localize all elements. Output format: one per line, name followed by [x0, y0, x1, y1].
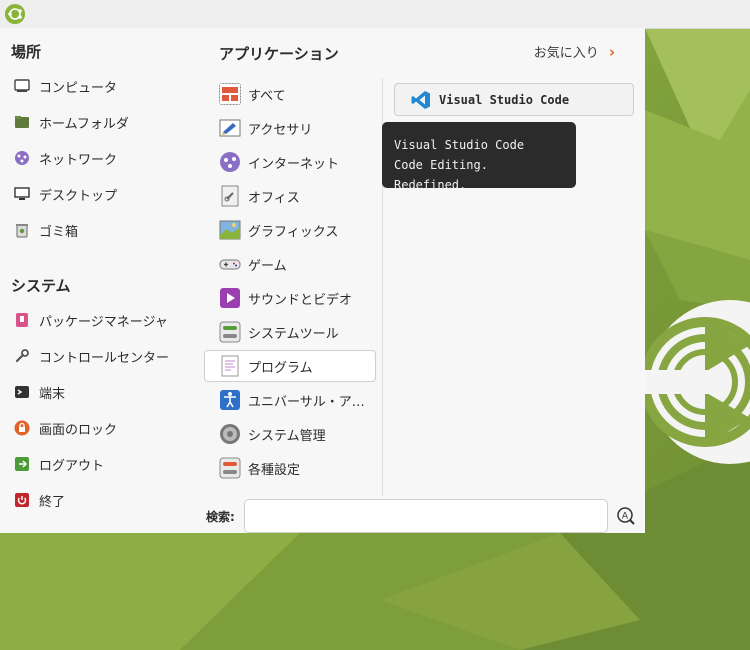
system-item-package-manager[interactable]: パッケージマネージャ: [14, 305, 168, 335]
category-label: システム管理: [248, 428, 326, 444]
system-item-label: パッケージマネージャ: [39, 314, 168, 330]
place-label: ネットワーク: [39, 152, 118, 168]
gear-icon: [220, 424, 240, 444]
preferences-icon: [219, 457, 241, 479]
favorites-label: お気に入り: [533, 46, 599, 61]
office-icon: [221, 185, 239, 207]
category-label: グラフィックス: [248, 224, 339, 240]
system-item-lock-screen[interactable]: 画面のロック: [14, 413, 117, 443]
category-all[interactable]: すべて: [204, 78, 376, 110]
category-sound-video[interactable]: サウンドとビデオ: [204, 282, 376, 314]
category-programming[interactable]: プログラム: [204, 350, 376, 382]
system-item-control-center[interactable]: コントロールセンター: [14, 341, 169, 371]
network-icon: [15, 151, 29, 165]
accessibility-icon: [220, 390, 240, 410]
system-item-label: ログアウト: [39, 458, 105, 474]
places-title: 場所: [11, 43, 42, 61]
folder-icon: [15, 116, 29, 128]
power-icon: [15, 493, 29, 507]
internet-icon: [220, 152, 240, 172]
ubuntu-menu-icon[interactable]: [5, 4, 25, 24]
category-label: サウンドとビデオ: [248, 292, 353, 308]
multimedia-icon: [220, 288, 240, 308]
system-title: システム: [11, 277, 71, 295]
favorites-link[interactable]: お気に入り ›: [533, 42, 615, 62]
applications-title: アプリケーション: [219, 45, 339, 63]
category-label: アクセサリ: [248, 122, 313, 138]
system-item-shutdown[interactable]: 終了: [14, 485, 65, 515]
category-label: システムツール: [248, 326, 339, 342]
wrench-icon: [15, 349, 29, 363]
place-label: ゴミ箱: [39, 224, 79, 240]
category-office[interactable]: オフィス: [204, 180, 376, 212]
app-tooltip: Visual Studio Code Code Editing. Redefin…: [382, 122, 576, 192]
place-trash[interactable]: ゴミ箱: [14, 215, 78, 245]
system-item-label: コントロールセンター: [39, 350, 170, 366]
place-label: ホームフォルダ: [39, 116, 129, 132]
system-tools-icon: [219, 321, 241, 343]
system-item-label: 画面のロック: [39, 422, 118, 438]
tooltip-description: Code Editing. Redefined.: [394, 158, 488, 192]
all-apps-icon: [219, 83, 241, 105]
app-visual-studio-code[interactable]: Visual Studio Code: [394, 83, 634, 116]
category-label: プログラム: [248, 360, 313, 376]
system-item-label: 端末: [39, 386, 66, 402]
programming-icon: [221, 355, 239, 377]
lock-icon: [14, 420, 30, 436]
category-administration[interactable]: システム管理: [204, 418, 376, 450]
category-label: オフィス: [248, 190, 300, 206]
package-manager-icon: [16, 313, 28, 327]
category-label: ゲーム: [248, 258, 287, 274]
system-item-logout[interactable]: ログアウト: [14, 449, 104, 479]
place-computer[interactable]: コンピュータ: [14, 71, 117, 101]
computer-icon: [14, 79, 30, 92]
search-input[interactable]: [244, 499, 608, 533]
category-label: すべて: [248, 88, 286, 104]
category-universal-access[interactable]: ユニバーサル・ア…: [204, 384, 376, 416]
search-label: 検索:: [206, 510, 235, 524]
category-accessories[interactable]: アクセサリ: [204, 112, 376, 144]
place-desktop[interactable]: デスクトップ: [14, 179, 117, 209]
terminal-icon: [15, 386, 29, 398]
system-item-label: 終了: [39, 494, 66, 510]
desktop-icon: [14, 187, 30, 200]
top-panel: [0, 0, 750, 29]
category-preferences[interactable]: 各種設定: [204, 452, 376, 484]
category-label: 各種設定: [248, 462, 301, 478]
gamepad-icon: [219, 259, 241, 270]
place-network[interactable]: ネットワーク: [14, 143, 117, 173]
svg-text:A: A: [622, 512, 629, 522]
search-icon[interactable]: A: [616, 506, 636, 526]
category-system-tools[interactable]: システムツール: [204, 316, 376, 348]
application-menu: 場所 コンピュータ ホームフォルダ ネットワーク デスクトップ ゴミ箱 システム…: [0, 28, 645, 533]
chevron-right-icon: ›: [608, 42, 615, 61]
place-label: デスクトップ: [39, 188, 118, 204]
place-label: コンピュータ: [39, 80, 118, 96]
category-games[interactable]: ゲーム: [204, 248, 376, 280]
trash-icon: [16, 224, 28, 238]
accessories-icon: [219, 119, 241, 137]
category-graphics[interactable]: グラフィックス: [204, 214, 376, 246]
system-item-terminal[interactable]: 端末: [14, 377, 65, 407]
tooltip-title: Visual Studio Code: [394, 138, 525, 152]
app-name: Visual Studio Code: [439, 92, 570, 107]
category-label: ユニバーサル・ア…: [248, 394, 365, 410]
vscode-icon: [411, 90, 430, 109]
logout-icon: [15, 457, 29, 471]
category-internet[interactable]: インターネット: [204, 146, 376, 178]
graphics-icon: [219, 220, 241, 240]
place-home-folder[interactable]: ホームフォルダ: [14, 107, 129, 137]
category-label: インターネット: [248, 156, 340, 172]
